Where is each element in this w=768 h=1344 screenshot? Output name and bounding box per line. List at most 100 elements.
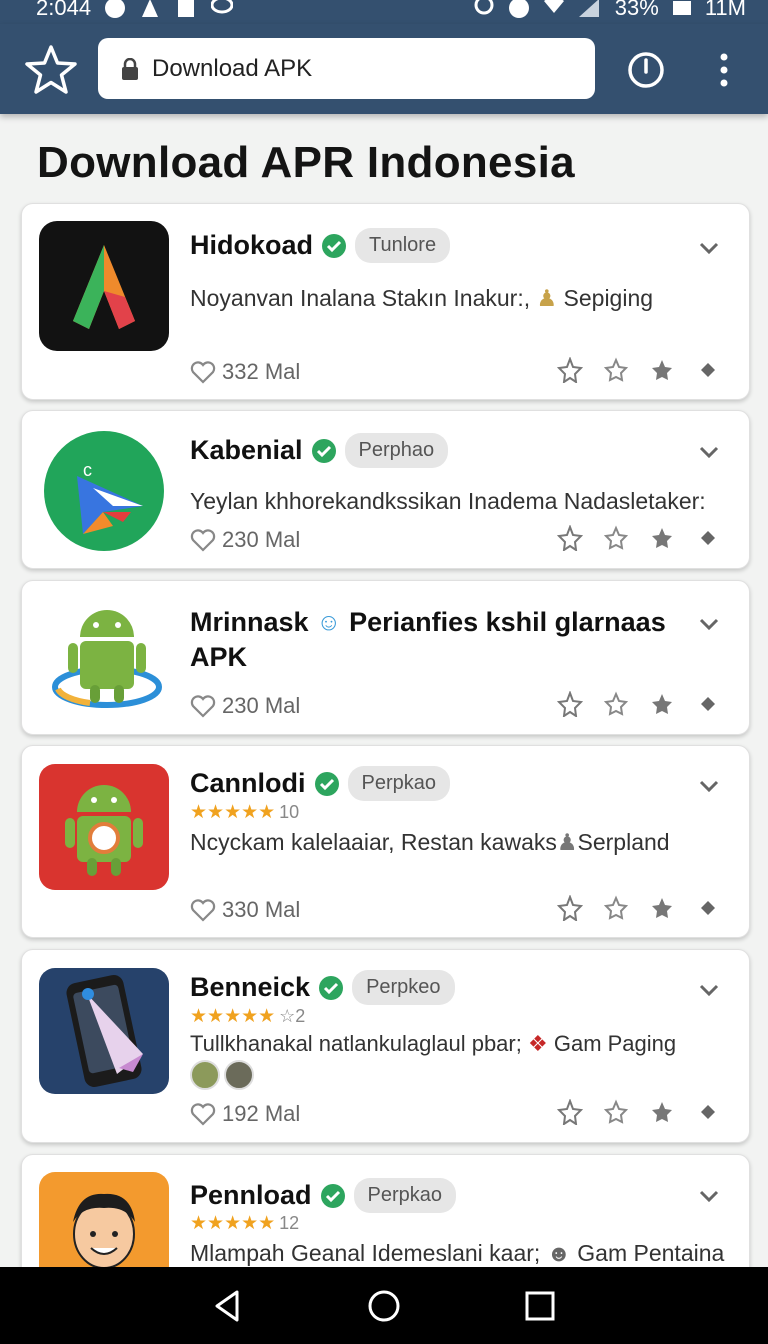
clock: 2:044 <box>36 0 92 20</box>
description-text: Tullkhanakal natlankulaglaul pbar; <box>190 1031 522 1056</box>
user-avatars <box>190 1060 254 1090</box>
category-tag[interactable]: Perpkao <box>353 1178 457 1213</box>
like-count[interactable]: 230 Mal <box>190 693 300 719</box>
app-description: Yeylan khhorekandkssikan Inadema Nadasle… <box>190 488 706 514</box>
card-actions <box>557 895 721 921</box>
verified-badge-icon <box>314 771 339 796</box>
star-filled-icon[interactable] <box>649 1099 675 1125</box>
app-icon-cannlodi <box>39 764 169 890</box>
system-nav-bar <box>0 1267 768 1344</box>
bookmark-star-icon[interactable] <box>24 44 78 96</box>
chevron-down-icon[interactable] <box>699 241 719 255</box>
category-tag[interactable]: Perpkao <box>347 766 450 801</box>
description-text: Ncyckam kalelaaiar, Restan kawaks <box>190 829 557 855</box>
app-icon-mrinnask <box>52 610 162 708</box>
card-actions <box>557 691 721 717</box>
star-outline-icon[interactable] <box>603 525 629 551</box>
app-card[interactable]: Pennload Perpkao ★★★★★ 12 Mlampah Geanal… <box>21 1154 750 1284</box>
chevron-down-icon[interactable] <box>699 445 719 459</box>
avatar[interactable] <box>190 1060 220 1090</box>
rating: ★★★★★ 10 <box>190 801 299 824</box>
diamond-icon[interactable] <box>695 525 721 551</box>
app-icon-kabenial: c <box>44 431 164 551</box>
app-card[interactable]: c Kabenial Perphao Yeylan khhorekandkssi… <box>21 410 750 569</box>
likes-text: 192 Mal <box>222 1101 301 1126</box>
rating-stars: ★★★★★ <box>190 1006 276 1027</box>
app-name: Mrinnask <box>190 607 309 637</box>
power-info-icon[interactable] <box>627 51 665 89</box>
chevron-down-icon[interactable] <box>699 983 719 997</box>
verified-badge-icon <box>311 438 336 463</box>
app-card[interactable]: Mrinnask ☺ Perianfies kshil glarnaas APK… <box>21 580 750 735</box>
star-filled-icon[interactable] <box>649 525 675 551</box>
app-name: Cannlodi <box>190 768 306 798</box>
eye-icon <box>211 0 234 14</box>
heart-icon <box>190 899 216 922</box>
heart-icon <box>190 695 216 718</box>
like-count[interactable]: 192 Mal <box>190 1101 300 1127</box>
star-outline-icon[interactable] <box>603 895 629 921</box>
star-outline-icon[interactable] <box>603 1099 629 1125</box>
description-text: Noyanvan Inalana Stakın Inakur:, <box>190 285 531 311</box>
app-card[interactable]: Cannlodi Perpkao ★★★★★ 10 Ncyckam kalela… <box>21 745 750 938</box>
likes-text: 230 Mal <box>222 693 301 718</box>
app-description: Tullkhanakal natlankulaglaul pbar; ❖ Gam… <box>190 1031 676 1057</box>
verified-badge-icon <box>319 975 344 1000</box>
group-icon: ☺ <box>316 608 342 636</box>
navigation-icon <box>142 0 159 17</box>
verified-badge-icon <box>322 233 347 258</box>
chevron-down-icon[interactable] <box>699 617 719 631</box>
card-actions <box>557 357 721 383</box>
likes-text: 330 Mal <box>222 897 301 922</box>
chevron-down-icon[interactable] <box>699 1189 719 1203</box>
star-outline-icon[interactable] <box>603 357 629 383</box>
recents-icon[interactable] <box>523 1289 557 1323</box>
description-suffix: Sepiging <box>563 285 654 311</box>
verified-badge-icon <box>320 1183 345 1208</box>
category-tag[interactable]: Perpkeo <box>352 970 455 1005</box>
star-outline-icon[interactable] <box>603 691 629 717</box>
app-description: Noyanvan Inalana Stakın Inakur:, ♟ Sepig… <box>190 285 653 312</box>
app-name: Benneick <box>190 972 311 1002</box>
back-icon[interactable] <box>211 1289 245 1323</box>
share-icon[interactable] <box>557 525 583 551</box>
alarm-icon <box>474 0 494 15</box>
star-filled-icon[interactable] <box>649 691 675 717</box>
card-actions <box>557 525 721 551</box>
category-tag[interactable]: Perphao <box>344 433 449 468</box>
chevron-down-icon[interactable] <box>699 779 719 793</box>
app-name: Kabenial <box>190 435 303 465</box>
description-suffix: Gam Pentaina <box>577 1240 725 1266</box>
app-title-extra: Perianfies kshil glarnaas <box>349 607 666 637</box>
likes-text: 332 Mal <box>222 359 301 384</box>
share-icon[interactable] <box>557 357 583 383</box>
app-card[interactable]: Benneick Perpkeo ★★★★★ ☆2 Tullkhanakal n… <box>21 949 750 1143</box>
diamond-icon[interactable] <box>695 691 721 717</box>
battery-icon <box>672 1 691 15</box>
home-icon[interactable] <box>367 1289 401 1323</box>
share-icon[interactable] <box>557 1099 583 1125</box>
description-text: Mlampah Geanal Idemeslani kaar; <box>190 1240 541 1266</box>
diamond-icon[interactable] <box>695 357 721 383</box>
app-card[interactable]: Hidokoad Tunlore Noyanvan Inalana Stakın… <box>21 203 750 400</box>
heart-icon <box>190 529 216 552</box>
app-title-row: Hidokoad Tunlore <box>190 228 451 263</box>
overflow-menu-icon[interactable] <box>712 52 736 88</box>
category-tag[interactable]: Tunlore <box>355 228 451 263</box>
app-title-row: Mrinnask ☺ Perianfies kshil glarnaas <box>190 607 666 638</box>
avatar[interactable] <box>224 1060 254 1090</box>
star-filled-icon[interactable] <box>649 895 675 921</box>
like-count[interactable]: 230 Mal <box>190 527 300 553</box>
star-filled-icon[interactable] <box>649 357 675 383</box>
share-icon[interactable] <box>557 895 583 921</box>
heart-icon <box>190 361 216 384</box>
rating-count: 12 <box>279 1213 300 1233</box>
like-count[interactable]: 332 Mal <box>190 359 300 385</box>
like-count[interactable]: 330 Mal <box>190 897 300 923</box>
signal-icon <box>578 0 599 17</box>
diamond-icon[interactable] <box>695 1099 721 1125</box>
sync-icon <box>508 0 529 18</box>
share-icon[interactable] <box>557 691 583 717</box>
diamond-icon[interactable] <box>695 895 721 921</box>
url-bar[interactable]: Download APK <box>98 38 595 99</box>
